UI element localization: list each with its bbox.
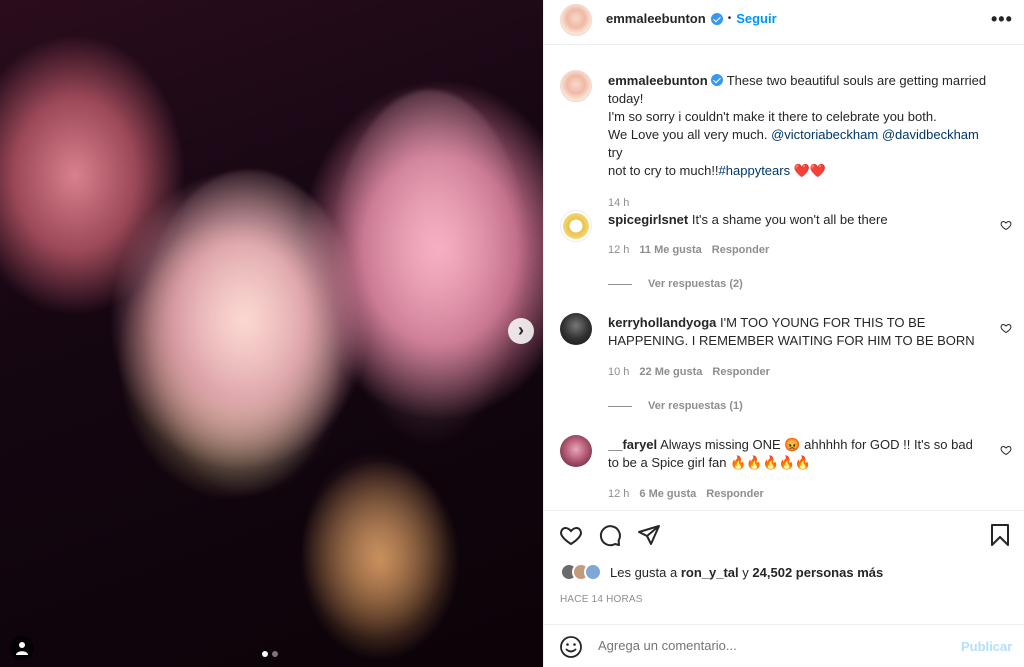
caption-line: These two beautiful souls are getting ma…: [726, 73, 987, 88]
comment-meta: 12 h 11 Me gusta Responder: [608, 244, 769, 256]
caption-author-avatar[interactable]: [560, 70, 592, 102]
liker-avatars: [560, 563, 602, 581]
comment-text: It's a shame you won't all be there: [691, 212, 888, 227]
like-comment-icon[interactable]: [1000, 322, 1012, 334]
comment-username[interactable]: __faryel: [608, 437, 657, 452]
comment-text: I'M TOO YOUNG FOR THIS TO BE: [720, 315, 926, 330]
view-replies-button[interactable]: Ver respuestas (1): [608, 400, 743, 412]
carousel-indicator: [262, 651, 278, 657]
author-avatar[interactable]: [560, 4, 592, 36]
follow-button[interactable]: Seguir: [736, 11, 776, 26]
like-heart-icon[interactable]: [559, 523, 583, 547]
comment-time: 12 h: [608, 488, 630, 500]
post-panel: emmaleebunton • Seguir ••• emmaleebunton…: [543, 0, 1024, 667]
comment-input[interactable]: [598, 638, 938, 653]
comment-likes[interactable]: 11 Me gusta: [639, 244, 701, 256]
carousel-dot: [262, 651, 268, 657]
likes-count[interactable]: 24,502 personas más: [752, 565, 883, 580]
comment-meta: 10 h 22 Me gusta Responder: [608, 366, 770, 378]
post-photo[interactable]: ›: [0, 0, 543, 667]
caption-line: not to cry to much!!: [608, 163, 719, 178]
comment-likes[interactable]: 6 Me gusta: [639, 488, 696, 500]
comment: __faryel Always missing ONE 😡 ahhhhh for…: [608, 436, 988, 472]
separator-dot: •: [727, 13, 732, 24]
view-replies-label: Ver respuestas (2): [648, 278, 743, 290]
view-replies-label: Ver respuestas (1): [648, 400, 743, 412]
caption-line: try: [608, 145, 623, 160]
share-paper-plane-icon[interactable]: [637, 523, 661, 547]
hashtag-link[interactable]: #happytears: [719, 163, 791, 178]
replies-line: [608, 283, 632, 285]
comment-text: Always missing ONE 😡 ahhhhh for GOD !! I…: [660, 437, 973, 452]
more-options-icon[interactable]: •••: [991, 9, 1013, 30]
tagged-users-icon[interactable]: [10, 636, 34, 660]
liker-username[interactable]: ron_y_tal: [681, 565, 739, 580]
mention-link[interactable]: @victoriabeckham: [771, 127, 878, 142]
comment-text: to be a Spice girl fan 🔥🔥🔥🔥🔥: [608, 455, 812, 470]
comment-bar: Publicar: [544, 624, 1024, 667]
bookmark-icon[interactable]: [989, 523, 1011, 547]
verified-icon: [710, 12, 723, 25]
commenter-avatar[interactable]: [560, 210, 592, 242]
comment-username[interactable]: kerryhollandyoga: [608, 315, 716, 330]
like-comment-icon[interactable]: [1000, 444, 1012, 456]
likes-connector: y: [742, 564, 749, 580]
post-timestamp[interactable]: HACE 14 HORAS: [560, 594, 643, 605]
photo-highlight: [330, 90, 530, 450]
carousel-dot: [272, 651, 278, 657]
comment-bubble-icon[interactable]: [598, 523, 622, 547]
comment-time: 10 h: [608, 366, 630, 378]
comment-time: 12 h: [608, 244, 630, 256]
emoji-icon[interactable]: [559, 635, 583, 659]
replies-line: [608, 405, 632, 407]
reply-button[interactable]: Responder: [712, 366, 769, 378]
post-caption: emmaleebunton These two beautiful souls …: [608, 72, 993, 212]
heart-emoji: ❤️❤️: [793, 163, 827, 178]
comment-meta: 12 h 6 Me gusta Responder: [608, 488, 764, 500]
photo-highlight: [140, 170, 360, 500]
mention-link[interactable]: @davidbeckham: [882, 127, 979, 142]
comment-likes[interactable]: 22 Me gusta: [639, 366, 702, 378]
caption-line: today!: [608, 91, 644, 106]
caption-time: 14 h: [608, 197, 630, 209]
caption-line: We Love you all very much.: [608, 127, 768, 142]
carousel-next-button[interactable]: ›: [508, 318, 534, 344]
photo-highlight: [300, 450, 450, 640]
caption-username[interactable]: emmaleebunton: [608, 73, 708, 88]
comment-text: HAPPENING. I REMEMBER WAITING FOR HIM TO…: [608, 333, 975, 348]
commenter-avatar[interactable]: [560, 435, 592, 467]
caption-line: I'm so sorry i couldn't make it there to…: [608, 109, 937, 124]
liker-avatar[interactable]: [584, 563, 602, 581]
reply-button[interactable]: Responder: [712, 244, 769, 256]
header-info: emmaleebunton • Seguir: [606, 11, 777, 26]
likes-prefix: Les gusta a: [610, 564, 678, 580]
reply-button[interactable]: Responder: [706, 488, 763, 500]
publish-button[interactable]: Publicar: [961, 639, 1012, 654]
comment: spicegirlsnet It's a shame you won't all…: [608, 211, 988, 229]
comment-username[interactable]: spicegirlsnet: [608, 212, 688, 227]
post-header: emmaleebunton • Seguir •••: [544, 0, 1024, 45]
view-replies-button[interactable]: Ver respuestas (2): [608, 278, 743, 290]
author-username[interactable]: emmaleebunton: [606, 11, 706, 26]
likes-summary: Les gusta a ron_y_tal y 24,502 personas …: [560, 563, 883, 581]
comment: kerryhollandyoga I'M TOO YOUNG FOR THIS …: [608, 314, 988, 350]
verified-icon: [711, 74, 724, 86]
action-bar: [544, 510, 1024, 560]
like-comment-icon[interactable]: [1000, 219, 1012, 231]
commenter-avatar[interactable]: [560, 313, 592, 345]
